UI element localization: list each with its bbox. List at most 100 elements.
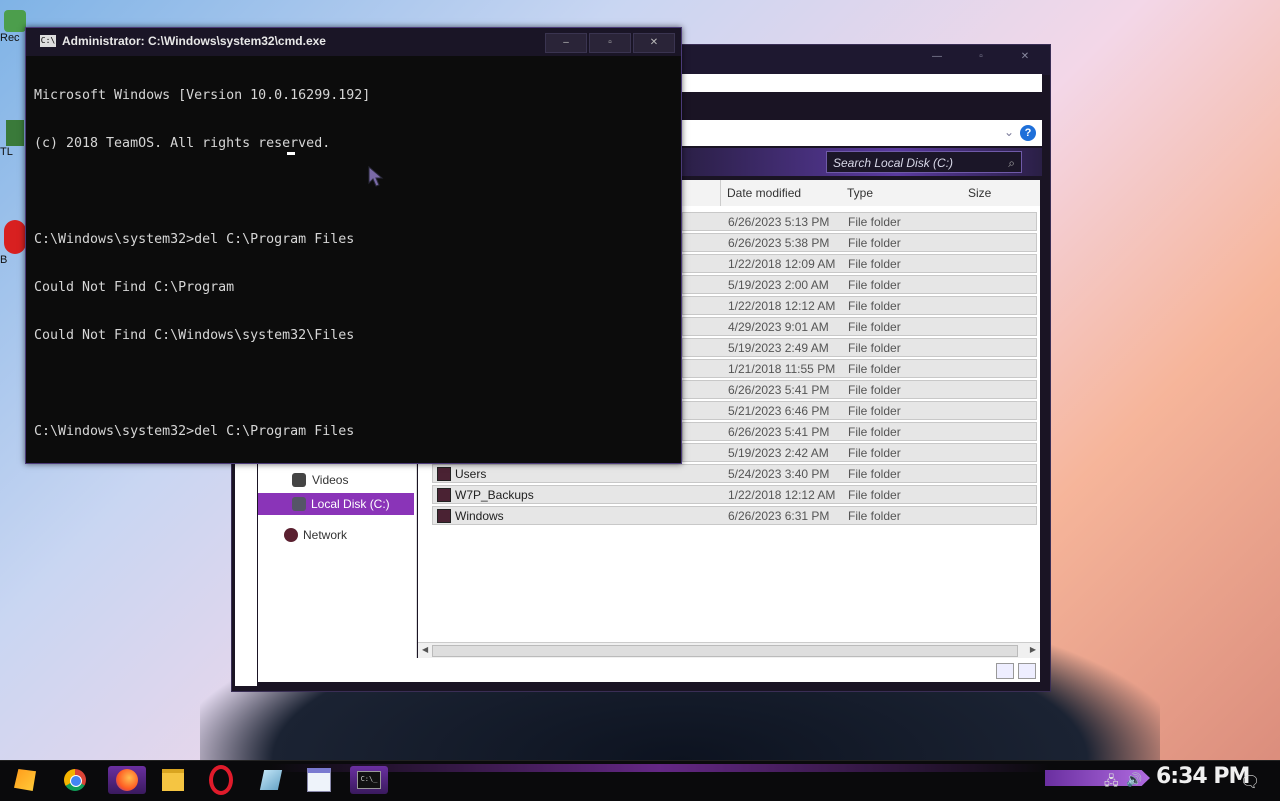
nav-item-label: Local Disk (C:) bbox=[311, 497, 390, 511]
table-row[interactable]: 6/26/2023 5:41 PM File folder bbox=[682, 380, 1037, 399]
row-type: File folder bbox=[848, 278, 901, 292]
row-type: File folder bbox=[848, 257, 901, 271]
column-size[interactable]: Size bbox=[968, 186, 991, 200]
minimize-icon[interactable]: — bbox=[920, 51, 954, 62]
console-line: (c) 2018 TeamOS. All rights reserved. bbox=[34, 136, 331, 151]
folder-icon bbox=[437, 509, 451, 523]
row-type: File folder bbox=[848, 425, 901, 439]
table-row[interactable]: 1/22/2018 12:12 AM File folder bbox=[682, 296, 1037, 315]
row-date: 5/19/2023 2:00 AM bbox=[728, 278, 829, 292]
search-placeholder: Search Local Disk (C:) bbox=[833, 156, 954, 170]
app-icon[interactable] bbox=[256, 766, 286, 794]
table-row[interactable]: 5/19/2023 2:49 AM File folder bbox=[682, 338, 1037, 357]
row-date: 5/24/2023 3:40 PM bbox=[728, 467, 830, 481]
cmd-taskbar-icon[interactable]: C:\_ bbox=[350, 766, 388, 794]
file-explorer-icon[interactable] bbox=[158, 766, 188, 794]
console-line: C:\Windows\system32>del C:\Program Files bbox=[34, 424, 355, 439]
table-row[interactable]: Windows 6/26/2023 6:31 PM File folder bbox=[432, 506, 1037, 525]
row-date: 1/22/2018 12:12 AM bbox=[728, 488, 836, 502]
table-row[interactable]: 6/26/2023 5:41 PM File folder bbox=[682, 422, 1037, 441]
desktop-icon-label: Rec bbox=[0, 32, 20, 44]
row-type: File folder bbox=[848, 383, 901, 397]
nav-item-local-disk[interactable]: Local Disk (C:) bbox=[258, 493, 414, 515]
nav-item-network[interactable]: Network bbox=[258, 524, 414, 546]
address-bar[interactable]: ⌄ ? bbox=[680, 120, 1042, 146]
details-view-icon[interactable] bbox=[996, 663, 1014, 679]
help-icon[interactable]: ? bbox=[1020, 125, 1036, 141]
table-row[interactable]: 5/19/2023 2:42 AM File folder bbox=[682, 443, 1037, 462]
table-row[interactable]: 1/22/2018 12:09 AM File folder bbox=[682, 254, 1037, 273]
notification-icon[interactable]: 🗨 bbox=[1240, 772, 1260, 792]
row-type: File folder bbox=[848, 488, 901, 502]
row-type: File folder bbox=[848, 299, 901, 313]
start-button[interactable] bbox=[10, 766, 40, 794]
row-date: 6/26/2023 5:41 PM bbox=[728, 383, 830, 397]
scroll-left-icon[interactable]: ◀ bbox=[422, 645, 428, 654]
chrome-icon[interactable] bbox=[60, 766, 90, 794]
scroll-right-icon[interactable]: ▶ bbox=[1030, 645, 1036, 654]
cmd-window[interactable]: C:\ Administrator: C:\Windows\system32\c… bbox=[25, 27, 682, 464]
column-headers: Date modified Type Size bbox=[682, 180, 1040, 207]
large-icons-view-icon[interactable] bbox=[1018, 663, 1036, 679]
nav-item-label: Videos bbox=[312, 473, 349, 487]
search-icon[interactable]: ⌕ bbox=[1008, 152, 1015, 174]
console-line: Could Not Find C:\Program bbox=[34, 280, 235, 295]
table-row[interactable]: 5/21/2023 6:46 PM File folder bbox=[682, 401, 1037, 420]
explorer-tab-strip bbox=[680, 74, 1042, 92]
minimize-button[interactable]: – bbox=[545, 33, 587, 53]
table-row[interactable]: 6/26/2023 5:13 PM File folder bbox=[682, 212, 1037, 231]
nav-item-label: Network bbox=[303, 528, 348, 542]
row-date: 1/22/2018 12:12 AM bbox=[728, 299, 836, 313]
column-date-modified[interactable]: Date modified bbox=[727, 186, 801, 200]
network-tray-icon[interactable]: 🖧 bbox=[1104, 772, 1119, 794]
console-line: Microsoft Windows [Version 10.0.16299.19… bbox=[34, 88, 371, 103]
row-type: File folder bbox=[848, 404, 901, 418]
table-row[interactable]: 4/29/2023 9:01 AM File folder bbox=[682, 317, 1037, 336]
row-name: W7P_Backups bbox=[455, 488, 534, 502]
desktop-icon-label: TL bbox=[0, 146, 13, 158]
text-cursor bbox=[287, 152, 295, 155]
row-date: 6/26/2023 5:38 PM bbox=[728, 236, 830, 250]
window-app-icon[interactable] bbox=[304, 766, 334, 794]
row-date: 5/19/2023 2:49 AM bbox=[728, 341, 829, 355]
cmd-titlebar[interactable]: C:\ Administrator: C:\Windows\system32\c… bbox=[26, 28, 681, 56]
volume-icon[interactable]: 🔊 bbox=[1126, 772, 1142, 788]
folder-icon bbox=[437, 488, 451, 502]
close-button[interactable]: ✕ bbox=[633, 33, 675, 53]
chevron-down-icon[interactable]: ⌄ bbox=[1004, 125, 1014, 139]
horizontal-scrollbar[interactable]: ◀ ▶ bbox=[418, 642, 1040, 658]
row-type: File folder bbox=[848, 467, 901, 481]
drive-icon bbox=[292, 497, 306, 511]
table-row[interactable]: 6/26/2023 5:38 PM File folder bbox=[682, 233, 1037, 252]
row-date: 6/26/2023 5:41 PM bbox=[728, 425, 830, 439]
maximize-button[interactable]: ▫ bbox=[589, 33, 631, 53]
row-type: File folder bbox=[848, 320, 901, 334]
row-date: 6/26/2023 6:31 PM bbox=[728, 509, 830, 523]
search-input[interactable]: Search Local Disk (C:) ⌕ bbox=[826, 151, 1022, 173]
row-type: File folder bbox=[848, 446, 901, 460]
firefox-icon[interactable] bbox=[108, 766, 146, 794]
close-icon[interactable]: ✕ bbox=[1008, 51, 1042, 62]
row-date: 5/21/2023 6:46 PM bbox=[728, 404, 830, 418]
mouse-pointer-icon bbox=[368, 166, 384, 187]
table-row[interactable]: 5/19/2023 2:00 AM File folder bbox=[682, 275, 1037, 294]
table-row[interactable]: W7P_Backups 1/22/2018 12:12 AM File folder bbox=[432, 485, 1037, 504]
taskbar-clock[interactable]: 6:34 PM bbox=[1156, 764, 1250, 789]
nav-item-videos[interactable]: Videos bbox=[258, 469, 414, 491]
row-type: File folder bbox=[848, 215, 901, 229]
row-name: Windows bbox=[455, 509, 504, 523]
maximize-icon[interactable]: ▫ bbox=[964, 51, 998, 62]
cmd-title: Administrator: C:\Windows\system32\cmd.e… bbox=[62, 34, 326, 48]
videos-icon bbox=[292, 473, 306, 487]
console-output[interactable]: Microsoft Windows [Version 10.0.16299.19… bbox=[34, 56, 674, 472]
console-line: C:\Windows\system32>del C:\Program Files bbox=[34, 232, 355, 247]
network-icon bbox=[284, 528, 298, 542]
row-date: 6/26/2023 5:13 PM bbox=[728, 215, 830, 229]
table-row[interactable]: 1/21/2018 11:55 PM File folder bbox=[682, 359, 1037, 378]
scrollbar-thumb[interactable] bbox=[432, 645, 1018, 657]
console-line: ​ bbox=[34, 184, 674, 200]
column-type[interactable]: Type bbox=[847, 186, 873, 200]
explorer-status-bar bbox=[258, 658, 1040, 682]
row-type: File folder bbox=[848, 509, 901, 523]
opera-icon[interactable] bbox=[206, 765, 236, 795]
